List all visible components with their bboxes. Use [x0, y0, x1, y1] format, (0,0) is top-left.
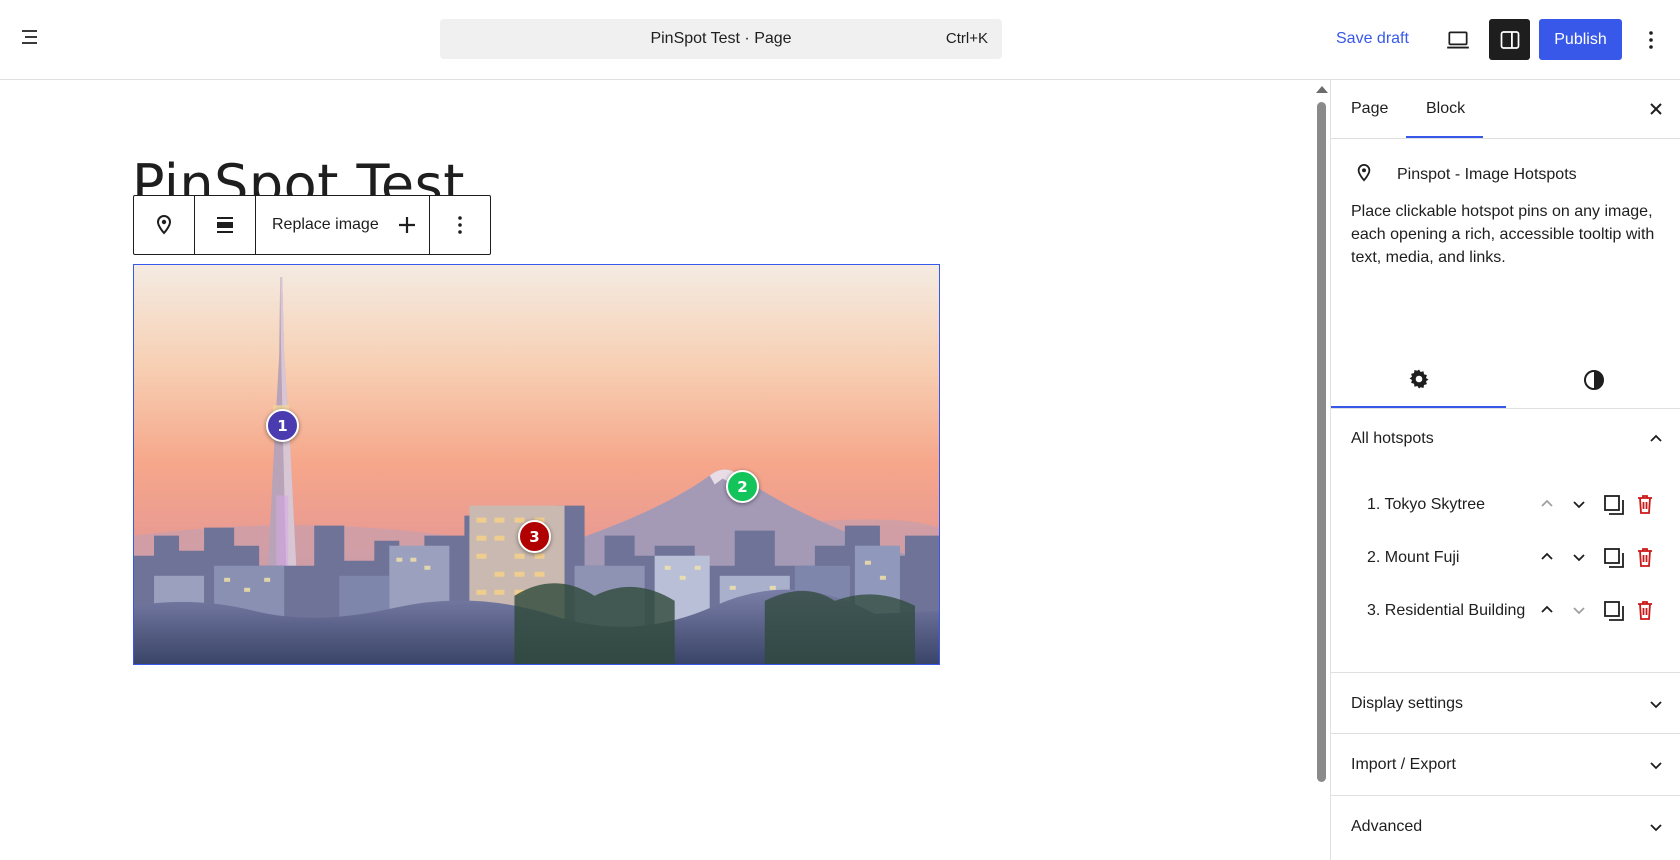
more-vertical-icon — [1648, 29, 1654, 51]
close-sidebar-button[interactable] — [1643, 96, 1669, 122]
preview-button[interactable] — [1440, 22, 1476, 58]
align-button[interactable] — [195, 196, 255, 254]
block-toolbar: Replace image — [133, 195, 491, 255]
document-overview-icon — [19, 25, 43, 49]
settings-sidebar: Page Block Pinspot - Image Hotspots Plac… — [1330, 80, 1680, 860]
align-icon — [214, 214, 236, 236]
hotspot-list-item: 2. Mount Fuji — [1331, 538, 1680, 578]
panel-title: All hotspots — [1351, 430, 1434, 447]
block-options-button[interactable] — [430, 196, 490, 254]
panel-display-settings[interactable]: Display settings — [1331, 674, 1680, 734]
move-up-icon[interactable] — [1538, 495, 1556, 513]
scroll-up-arrow[interactable] — [1316, 86, 1328, 93]
tab-page[interactable]: Page — [1351, 80, 1388, 138]
settings-icon — [1407, 367, 1431, 391]
document-title: PinSpot Test · Page — [650, 30, 792, 47]
block-card-title: Pinspot - Image Hotspots — [1397, 166, 1577, 183]
move-up-icon[interactable] — [1538, 601, 1556, 619]
editor-header: PinSpot Test · Page Ctrl+K Save draft Pu… — [0, 0, 1680, 80]
options-menu-button[interactable] — [1636, 22, 1666, 58]
panel-divider — [1331, 672, 1680, 673]
move-down-icon[interactable] — [1570, 495, 1588, 513]
chevron-down-icon — [1647, 695, 1665, 713]
map-pin-icon — [154, 214, 174, 236]
editor-canvas: PinSpot Test Replace image 1 2 3 — [0, 80, 1313, 860]
duplicate-icon[interactable] — [1602, 546, 1626, 570]
inspector-tabs — [1331, 352, 1680, 409]
publish-button[interactable]: Publish — [1539, 19, 1622, 60]
settings-sidebar-toggle[interactable] — [1489, 19, 1530, 60]
chevron-down-icon — [1647, 818, 1665, 836]
city-skyline-image — [134, 265, 939, 664]
hotspot-label: 3. Residential Building — [1367, 602, 1526, 619]
pin-number: 3 — [529, 527, 540, 546]
trash-icon[interactable] — [1635, 599, 1655, 621]
panel-title: Advanced — [1351, 818, 1423, 835]
panel-divider — [1331, 733, 1680, 734]
replace-image-label: Replace image — [272, 216, 379, 233]
panel-advanced[interactable]: Advanced — [1331, 797, 1680, 857]
trash-icon[interactable] — [1635, 493, 1655, 515]
move-down-icon[interactable] — [1570, 548, 1588, 566]
block-card-description: Place clickable hotspot pins on any imag… — [1351, 203, 1655, 266]
hotspot-list-item: 1. Tokyo Skytree — [1331, 485, 1680, 525]
canvas-scrollbar[interactable] — [1313, 80, 1329, 860]
trash-icon[interactable] — [1635, 546, 1655, 568]
plus-icon[interactable] — [397, 215, 417, 235]
pin-number: 2 — [737, 477, 748, 496]
tab-block[interactable]: Block — [1405, 80, 1486, 138]
duplicate-icon[interactable] — [1602, 493, 1626, 517]
map-pin-icon — [1355, 162, 1373, 184]
chevron-down-icon — [1647, 756, 1665, 774]
styles-icon — [1582, 368, 1606, 392]
panel-all-hotspots[interactable]: All hotspots — [1331, 409, 1680, 469]
hotspot-label: 2. Mount Fuji — [1367, 549, 1460, 566]
panel-title: Import / Export — [1351, 756, 1456, 773]
chevron-up-icon — [1647, 430, 1665, 448]
tab-settings[interactable] — [1331, 352, 1506, 408]
hotspot-image-block[interactable]: 1 2 3 — [133, 264, 940, 665]
hotspot-pin-2[interactable]: 2 — [726, 470, 759, 503]
document-overview-button[interactable] — [14, 20, 48, 54]
panel-title: Display settings — [1351, 695, 1464, 712]
replace-image-button[interactable]: Replace image — [256, 196, 429, 254]
move-down-icon[interactable] — [1570, 601, 1588, 619]
block-type-button[interactable] — [134, 196, 194, 254]
duplicate-icon[interactable] — [1602, 599, 1626, 623]
command-palette-bar[interactable]: PinSpot Test · Page Ctrl+K — [440, 19, 1002, 59]
active-tab-indicator — [1406, 136, 1483, 138]
command-shortcut: Ctrl+K — [945, 30, 988, 47]
panel-divider — [1331, 795, 1680, 796]
tab-styles[interactable] — [1506, 352, 1680, 408]
more-vertical-icon — [457, 214, 463, 236]
hotspot-pin-3[interactable]: 3 — [518, 520, 551, 553]
hotspot-pin-1[interactable]: 1 — [266, 409, 299, 442]
scrollbar-thumb[interactable] — [1317, 102, 1326, 782]
panel-import-export[interactable]: Import / Export — [1331, 735, 1680, 795]
sidebar-tabs: Page Block — [1331, 80, 1680, 139]
sidebar-toggle-icon — [1498, 28, 1522, 52]
save-draft-button[interactable]: Save draft — [1336, 30, 1409, 48]
hotspot-label: 1. Tokyo Skytree — [1367, 496, 1485, 513]
desktop-preview-icon — [1445, 27, 1471, 53]
move-up-icon[interactable] — [1538, 548, 1556, 566]
hotspot-list-item: 3. Residential Building — [1331, 591, 1680, 631]
close-icon — [1648, 101, 1664, 117]
pin-number: 1 — [277, 416, 288, 435]
